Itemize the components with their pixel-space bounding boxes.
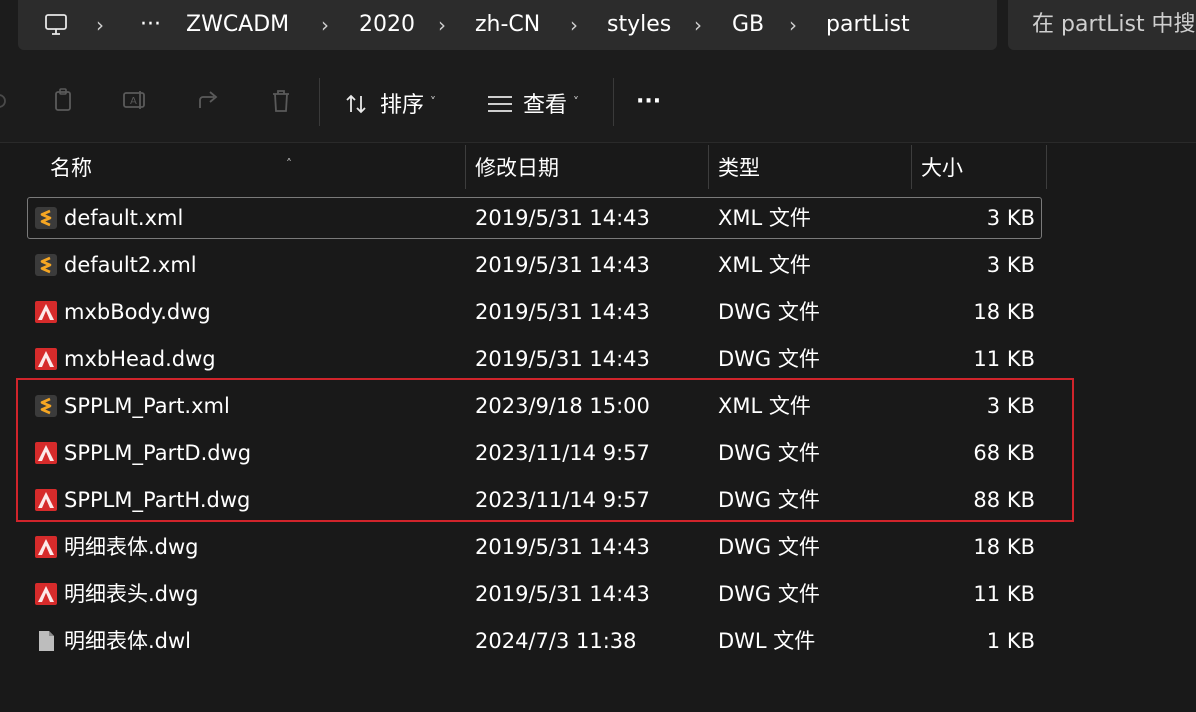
file-row[interactable]: default.xml 2019/5/31 14:43 XML 文件 3 KB [27,197,1042,239]
xml-file-icon [35,254,57,276]
file-name: default2.xml [64,253,197,277]
file-row[interactable]: mxbBody.dwg 2019/5/31 14:43 DWG 文件 18 KB [28,292,1041,332]
file-name: mxbBody.dwg [64,300,211,324]
dwg-file-icon [35,536,57,558]
file-name: mxbHead.dwg [64,347,216,371]
column-header-modified[interactable]: 修改日期 [465,143,708,189]
highlight-annotation [16,378,1074,522]
file-type: DWL 文件 [718,629,816,653]
file-modified-date: 2019/5/31 14:43 [475,347,650,371]
delete-icon[interactable] [268,88,294,114]
breadcrumb-zh-cn[interactable]: zh-CN [475,8,540,42]
rename-icon[interactable]: A [122,88,148,114]
file-modified-date: 2019/5/31 14:43 [475,206,650,230]
more-options-button[interactable]: ··· [636,82,661,122]
file-size: 11 KB [973,347,1035,371]
view-icon[interactable] [487,94,513,114]
command-bar: A 排序 ˅ 查看 ˅ ··· [0,60,1196,142]
breadcrumb-styles[interactable]: styles [607,8,671,42]
dwg-file-icon [35,301,57,323]
breadcrumb-gb[interactable]: GB [732,8,764,42]
breadcrumb-partlist[interactable]: partList [826,8,910,42]
copy-icon[interactable] [50,88,76,114]
sort-button[interactable]: 排序 ˅ [380,82,436,122]
share-icon[interactable] [196,88,222,114]
xml-file-icon [35,207,57,229]
sort-icon[interactable] [344,92,368,116]
file-row[interactable]: mxbHead.dwg 2019/5/31 14:43 DWG 文件 11 KB [28,339,1041,379]
file-name: 明细表体.dwg [64,535,199,559]
file-size: 3 KB [986,206,1035,230]
breadcrumb-2020[interactable]: 2020 [359,8,415,42]
file-type: DWG 文件 [718,535,820,559]
file-modified-date: 2019/5/31 14:43 [475,253,650,277]
file-size: 1 KB [986,629,1035,653]
file-type: DWG 文件 [718,582,820,606]
svg-text:A: A [130,96,137,107]
dwg-file-icon [35,583,57,605]
file-size: 3 KB [986,253,1035,277]
this-pc-icon[interactable] [45,13,67,37]
chevron-down-icon: ˅ [573,95,580,109]
dwg-file-icon [35,348,57,370]
view-button[interactable]: 查看 ˅ [523,82,579,122]
chevron-right-icon[interactable]: › [438,8,446,42]
file-name: 明细表头.dwg [64,582,199,606]
chevron-right-icon[interactable]: › [96,8,104,42]
chevron-right-icon[interactable]: › [321,8,329,42]
search-placeholder: 在 partList 中搜 [1032,12,1196,37]
chevron-right-icon[interactable]: › [789,8,797,42]
file-name: 明细表体.dwl [64,629,192,653]
breadcrumb-overflow[interactable]: ··· [140,8,161,42]
file-type: DWG 文件 [718,300,820,324]
file-type: XML 文件 [718,253,811,277]
column-header-name-label: 名称 [50,156,92,180]
toolbar-divider [319,78,320,126]
cut-icon[interactable] [0,88,12,114]
search-input[interactable]: 在 partList 中搜 [1008,0,1196,50]
file-row[interactable]: 明细表头.dwg 2019/5/31 14:43 DWG 文件 11 KB [28,574,1041,614]
column-divider[interactable] [1046,145,1047,189]
file-size: 18 KB [973,535,1035,559]
sort-label: 排序 [380,93,425,118]
chevron-right-icon[interactable]: › [694,8,702,42]
column-header-type[interactable]: 类型 [708,143,911,189]
file-modified-date: 2024/7/3 11:38 [475,629,637,653]
column-header-size[interactable]: 大小 [911,143,1046,189]
sort-ascending-icon: ˄ [286,157,292,171]
chevron-down-icon: ˅ [430,95,437,109]
column-header-name[interactable]: 名称 ˄ [40,143,465,189]
file-type: XML 文件 [718,206,811,230]
breadcrumb-zwcadm[interactable]: ZWCADM [186,8,289,42]
file-modified-date: 2019/5/31 14:43 [475,535,650,559]
file-row[interactable]: default2.xml 2019/5/31 14:43 XML 文件 3 KB [28,245,1041,285]
toolbar-divider [613,78,614,126]
file-name: default.xml [64,206,184,230]
file-size: 18 KB [973,300,1035,324]
file-modified-date: 2019/5/31 14:43 [475,582,650,606]
file-explorer-window: › ··· ZWCADM › 2020 › zh-CN › styles › G… [0,0,1196,712]
file-row[interactable]: 明细表体.dwl 2024/7/3 11:38 DWL 文件 1 KB [28,621,1041,661]
address-bar[interactable]: › ··· ZWCADM › 2020 › zh-CN › styles › G… [18,0,997,50]
file-type: DWG 文件 [718,347,820,371]
file-row[interactable]: 明细表体.dwg 2019/5/31 14:43 DWG 文件 18 KB [28,527,1041,567]
file-size: 11 KB [973,582,1035,606]
view-label: 查看 [523,93,568,118]
chevron-right-icon[interactable]: › [570,8,578,42]
generic-file-icon [39,631,54,651]
file-modified-date: 2019/5/31 14:43 [475,300,650,324]
